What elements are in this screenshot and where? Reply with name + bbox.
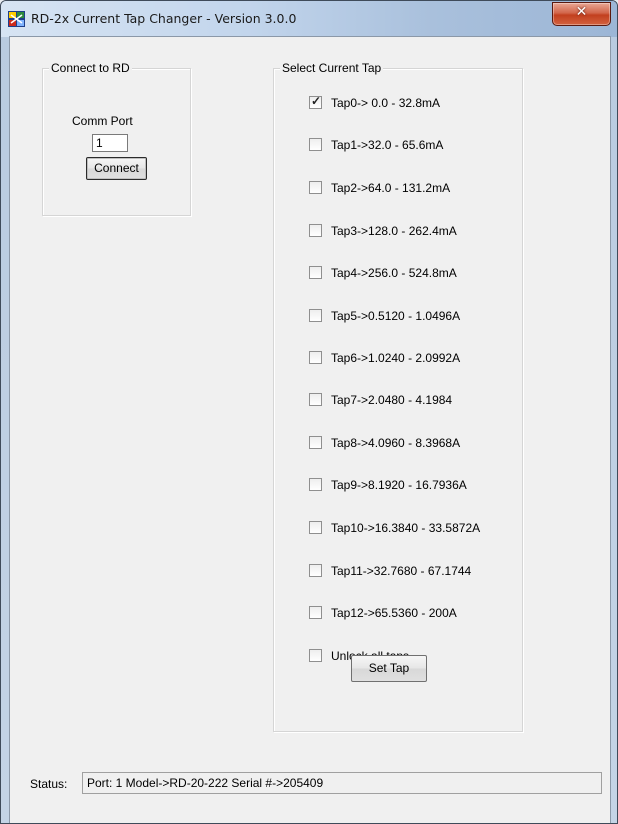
tap-checkbox[interactable] xyxy=(309,266,322,279)
client-area: Connect to RD Comm Port Connect Select C… xyxy=(9,36,611,823)
tap-label: Tap10->16.3840 - 33.5872A xyxy=(331,521,481,535)
tap-label: Tap6->1.0240 - 2.0992A xyxy=(331,351,461,365)
close-button[interactable]: ✕ xyxy=(552,2,611,26)
tap-checkbox[interactable] xyxy=(309,224,322,237)
comm-port-input[interactable] xyxy=(92,134,128,152)
close-icon: ✕ xyxy=(575,4,588,20)
unlock-checkbox[interactable] xyxy=(309,649,322,662)
tap-checkbox[interactable] xyxy=(309,606,322,619)
tap-label: Tap9->8.1920 - 16.7936A xyxy=(331,478,467,492)
tap-label: Tap4->256.0 - 524.8mA xyxy=(331,266,457,280)
app-icon xyxy=(8,11,25,27)
tap-label: Tap12->65.5360 - 200A xyxy=(331,606,457,620)
application-window: RD-2x Current Tap Changer - Version 3.0.… xyxy=(0,0,618,824)
tap-checkbox[interactable] xyxy=(309,138,322,151)
tap-label: Tap7->2.0480 - 4.1984 xyxy=(331,393,453,407)
tap-checkbox[interactable] xyxy=(309,181,322,194)
title-bar[interactable]: RD-2x Current Tap Changer - Version 3.0.… xyxy=(1,1,617,37)
tap-checkbox[interactable] xyxy=(309,309,322,322)
tap-checkbox[interactable] xyxy=(309,351,322,364)
tap-checkbox[interactable] xyxy=(309,478,322,491)
tap-label: Tap1->32.0 - 65.6mA xyxy=(331,138,444,152)
status-field: Port: 1 Model->RD-20-222 Serial #->20540… xyxy=(82,772,602,794)
tap-checkbox[interactable] xyxy=(309,436,322,449)
tap-label: Tap5->0.5120 - 1.0496A xyxy=(331,309,461,323)
tap-checkbox[interactable]: ✓ xyxy=(309,94,322,109)
tap-group-label: Select Current Tap xyxy=(280,61,384,75)
tap-checkbox[interactable] xyxy=(309,521,322,534)
tap-label: Tap2->64.0 - 131.2mA xyxy=(331,181,451,195)
tap-checkbox[interactable] xyxy=(309,393,322,406)
connect-button[interactable]: Connect xyxy=(86,157,147,180)
tap-label: Tap11->32.7680 - 67.1744 xyxy=(331,564,472,578)
window-title: RD-2x Current Tap Changer - Version 3.0.… xyxy=(31,11,297,26)
comm-port-label: Comm Port xyxy=(72,114,133,128)
status-label: Status: xyxy=(30,777,68,791)
tap-label: Tap3->128.0 - 262.4mA xyxy=(331,224,457,238)
connect-group-label: Connect to RD xyxy=(49,61,132,75)
set-tap-button[interactable]: Set Tap xyxy=(351,655,427,682)
checkmark-icon: ✓ xyxy=(310,94,322,108)
tap-checkbox[interactable] xyxy=(309,564,322,577)
tap-label: Tap8->4.0960 - 8.3968A xyxy=(331,436,461,450)
tap-label: Tap0-> 0.0 - 32.8mA xyxy=(331,96,441,110)
